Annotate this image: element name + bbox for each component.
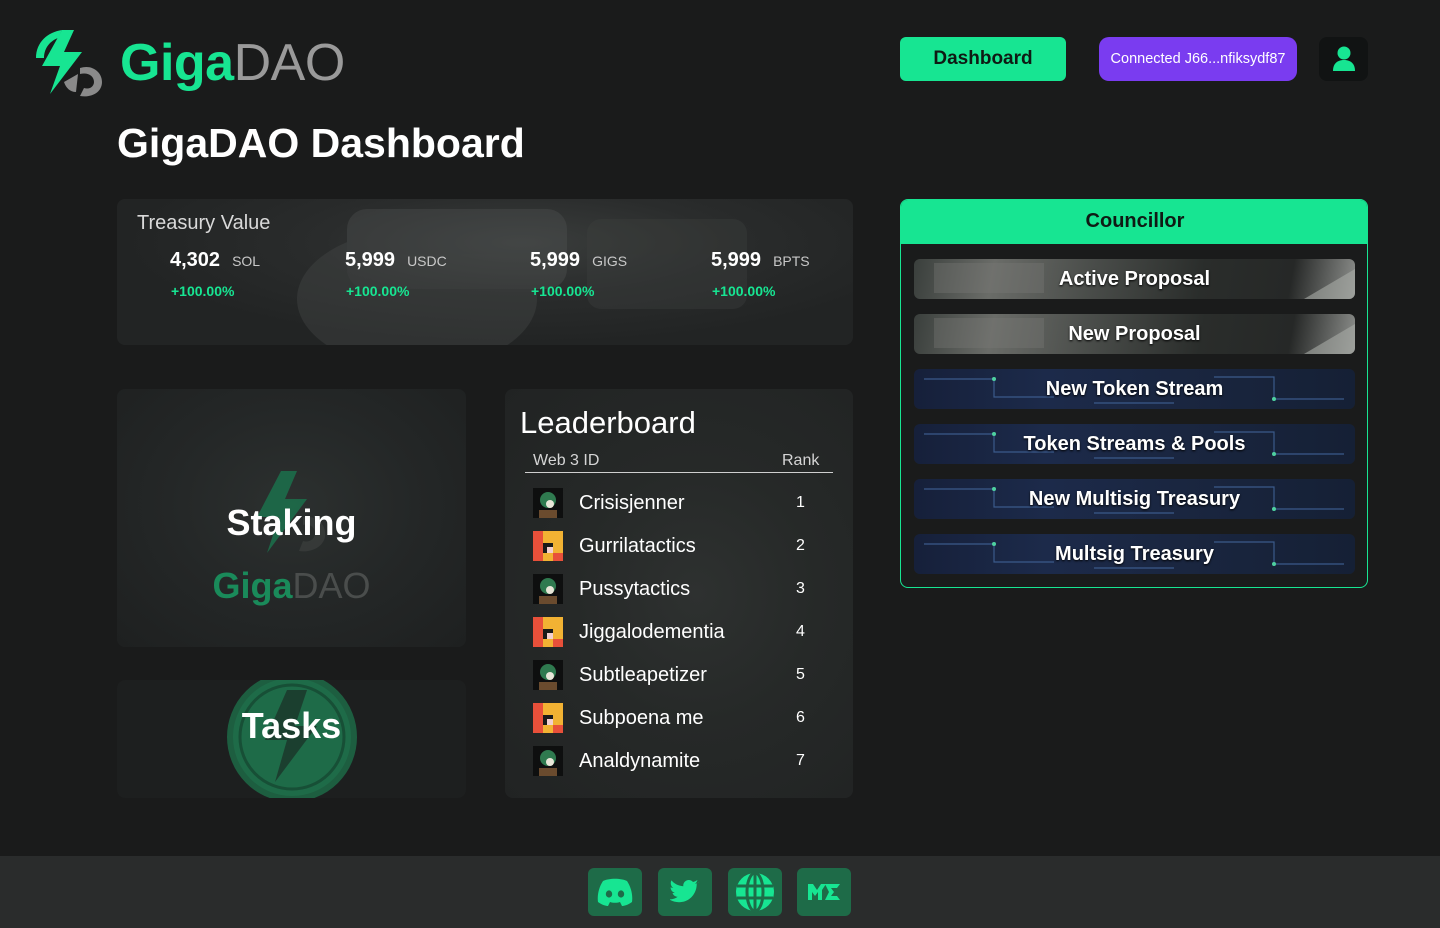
new-token-stream-label: New Token Stream bbox=[1045, 378, 1224, 400]
tasks-title: Tasks bbox=[241, 705, 342, 746]
new-proposal-button[interactable]: New Proposal bbox=[914, 314, 1355, 354]
user-icon bbox=[1332, 46, 1355, 71]
staking-brand-secondary: DAO bbox=[292, 565, 371, 606]
leaderboard-title: Leaderboard bbox=[520, 405, 696, 440]
leaderboard-rank: 3 bbox=[796, 580, 805, 597]
globe-icon bbox=[736, 871, 774, 913]
new-proposal-label: New Proposal bbox=[1068, 323, 1201, 345]
leaderboard-row[interactable]: Subpoena me 6 bbox=[533, 703, 833, 735]
treasury-panel: Treasury Value 4,302 SOL +100.00% 5,999 US… bbox=[117, 199, 853, 345]
header-divider bbox=[525, 472, 833, 473]
staking-brand: GigaDAO bbox=[117, 565, 466, 607]
profile-button[interactable] bbox=[1319, 37, 1368, 81]
councillor-panel: Councillor Active Proposal New Proposal … bbox=[900, 199, 1368, 588]
multisig-treasury-button[interactable]: Multsig Treasury bbox=[914, 534, 1355, 574]
leaderboard-name: Gurrilatactics bbox=[579, 535, 696, 557]
logo-text-primary: Giga bbox=[120, 34, 234, 92]
twitter-icon bbox=[670, 880, 699, 903]
leaderboard-name: Crisisjenner bbox=[579, 492, 685, 514]
asset-usdc: 5,999 USDC +100.00% bbox=[345, 249, 447, 299]
token-streams-pools-label: Token Streams & Pools bbox=[1023, 433, 1246, 455]
asset-symbol: SOL bbox=[232, 253, 261, 269]
leaderboard-rank: 5 bbox=[796, 666, 805, 683]
magic-eden-icon bbox=[808, 884, 840, 900]
treasury-label: Treasury Value bbox=[137, 212, 271, 234]
leaderboard-row[interactable]: Analdynamite 7 bbox=[533, 746, 833, 778]
leaderboard-name: Analdynamite bbox=[579, 750, 701, 772]
asset-change: +100.00% bbox=[171, 283, 235, 299]
page-title: GigaDAO Dashboard bbox=[117, 120, 525, 166]
leaderboard-rank: 1 bbox=[796, 494, 805, 511]
asset-bpts: 5,999 BPTS +100.00% bbox=[711, 249, 810, 299]
tasks-card[interactable]: Tasks bbox=[117, 680, 466, 798]
leaderboard-rank: 7 bbox=[796, 752, 805, 769]
token-streams-pools-button[interactable]: Token Streams & Pools bbox=[914, 424, 1355, 464]
asset-symbol: BPTS bbox=[773, 253, 810, 269]
asset-amount: 5,999 bbox=[711, 249, 762, 271]
staking-card[interactable]: Staking GigaDAO bbox=[117, 389, 466, 647]
leaderboard-row[interactable]: Subtleapetizer 5 bbox=[533, 660, 833, 692]
multisig-treasury-label: Multsig Treasury bbox=[1055, 543, 1214, 565]
magic-eden-link[interactable] bbox=[797, 868, 851, 916]
discord-icon bbox=[597, 878, 633, 906]
leaderboard-name: Jiggalodementia bbox=[579, 621, 725, 643]
website-link[interactable] bbox=[728, 868, 782, 916]
asset-change: +100.00% bbox=[531, 283, 595, 299]
asset-amount: 4,302 bbox=[170, 249, 221, 271]
asset-sol: 4,302 SOL +100.00% bbox=[170, 249, 261, 299]
asset-amount: 5,999 bbox=[345, 249, 396, 271]
new-token-stream-button[interactable]: New Token Stream bbox=[914, 369, 1355, 409]
leaderboard-name: Subtleapetizer bbox=[579, 664, 707, 686]
asset-change: +100.00% bbox=[346, 283, 410, 299]
staking-title: Staking bbox=[226, 502, 357, 543]
leaderboard-row[interactable]: Jiggalodementia 4 bbox=[533, 617, 833, 649]
leaderboard-row[interactable]: Gurrilatactics 2 bbox=[533, 531, 833, 563]
gigadao-logo[interactable]: GigaDAO bbox=[34, 28, 345, 98]
asset-symbol: GIGS bbox=[592, 253, 628, 269]
lightning-logo-icon bbox=[36, 30, 102, 97]
leaderboard-rank: 4 bbox=[796, 623, 805, 640]
green-character-avatar-icon bbox=[533, 574, 563, 604]
pixel-block-avatar-icon bbox=[533, 531, 563, 561]
column-header-id: Web 3 ID bbox=[533, 452, 600, 469]
discord-link[interactable] bbox=[588, 868, 642, 916]
green-character-avatar-icon bbox=[533, 746, 563, 776]
dashboard-button[interactable]: Dashboard bbox=[900, 37, 1066, 81]
leaderboard-rank: 2 bbox=[796, 537, 805, 554]
green-character-avatar-icon bbox=[533, 488, 563, 518]
leaderboard-row[interactable]: Crisisjenner 1 bbox=[533, 488, 833, 520]
leaderboard-rank: 6 bbox=[796, 709, 805, 726]
asset-symbol: USDC bbox=[407, 253, 447, 269]
asset-amount: 5,999 bbox=[530, 249, 581, 271]
logo-text-secondary: DAO bbox=[233, 34, 346, 92]
green-character-avatar-icon bbox=[533, 660, 563, 690]
new-multisig-treasury-label: New Multisig Treasury bbox=[1028, 488, 1241, 510]
column-header-rank: Rank bbox=[782, 452, 820, 469]
asset-gigs: 5,999 GIGS +100.00% bbox=[530, 249, 628, 299]
twitter-link[interactable] bbox=[658, 868, 712, 916]
leaderboard-panel: Leaderboard Web 3 ID Rank Crisisjenner 1… bbox=[505, 389, 853, 798]
leaderboard-name: Pussytactics bbox=[579, 578, 691, 600]
active-proposal-label: Active Proposal bbox=[1058, 268, 1211, 290]
active-proposal-button[interactable]: Active Proposal bbox=[914, 259, 1355, 299]
councillor-title: Councillor bbox=[901, 200, 1367, 244]
new-multisig-treasury-button[interactable]: New Multisig Treasury bbox=[914, 479, 1355, 519]
pixel-block-avatar-icon bbox=[533, 703, 563, 733]
asset-change: +100.00% bbox=[712, 283, 776, 299]
staking-brand-primary: Giga bbox=[212, 565, 293, 606]
wallet-connected-button[interactable]: Connected J66...nfiksydf87 bbox=[1099, 37, 1297, 81]
footer bbox=[0, 856, 1440, 928]
leaderboard-row[interactable]: Pussytactics 3 bbox=[533, 574, 833, 606]
leaderboard-name: Subpoena me bbox=[579, 707, 704, 729]
pixel-block-avatar-icon bbox=[533, 617, 563, 647]
